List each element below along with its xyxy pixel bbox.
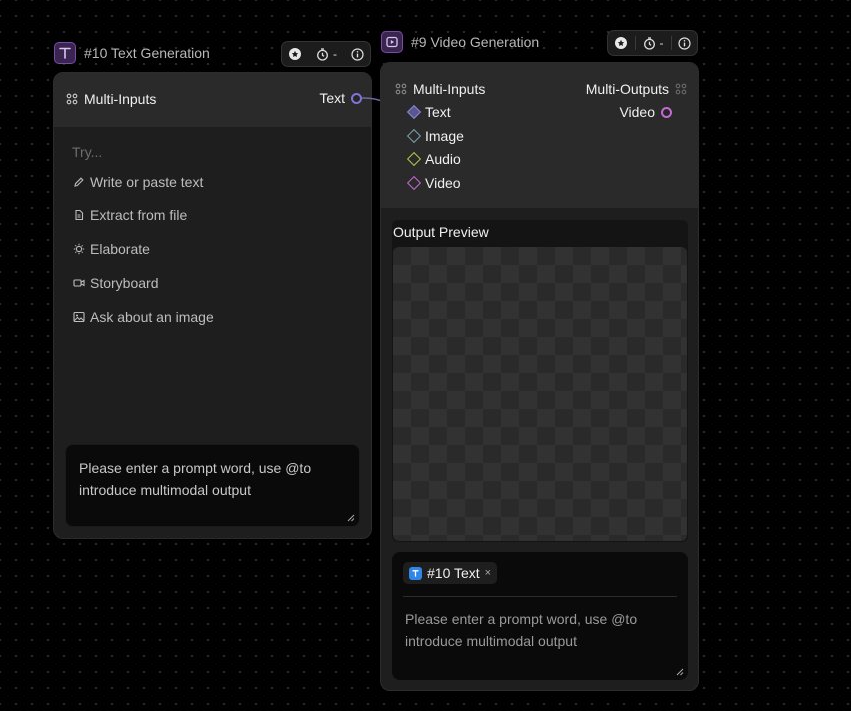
timer-icon — [643, 36, 655, 50]
video-node-io-header: Multi-Inputs Multi-Outputs Text Image Au… — [381, 63, 698, 208]
input-port-image[interactable]: Image — [406, 128, 464, 144]
text-port-icon — [406, 104, 422, 120]
text-reference-chip[interactable]: #10 Text × — [403, 562, 498, 584]
pin-button[interactable] — [614, 36, 628, 50]
resize-handle-icon[interactable] — [676, 668, 684, 676]
input-port-text[interactable]: Text — [406, 104, 451, 120]
timer-button[interactable]: - — [643, 36, 664, 50]
info-icon — [678, 36, 691, 50]
video-output-label: Video — [619, 104, 655, 120]
text-type-icon — [409, 566, 422, 580]
output-preview-label: Output Preview — [393, 224, 489, 240]
multi-inputs-icon — [395, 83, 407, 95]
audio-port-icon — [406, 151, 422, 167]
divider — [403, 596, 677, 597]
inputs-label: Multi-Inputs — [413, 81, 486, 97]
image-port-icon — [406, 128, 422, 144]
multi-outputs-icon — [675, 83, 687, 95]
input-port-video[interactable]: Video — [406, 175, 461, 191]
video-node-header: #9 Video Generation — [381, 31, 539, 53]
pin-icon — [615, 37, 627, 49]
info-button[interactable] — [678, 36, 691, 50]
input-port-audio[interactable]: Audio — [406, 151, 461, 167]
video-node-title: #9 Video Generation — [411, 34, 540, 50]
outputs-label: Multi-Outputs — [585, 81, 669, 97]
video-prompt-panel[interactable]: #10 Text × Please enter a prompt word, u… — [392, 552, 688, 680]
video-port-icon — [406, 175, 422, 191]
video-output-port[interactable] — [661, 106, 672, 118]
video-prompt-input[interactable]: Please enter a prompt word, use @to intr… — [405, 608, 660, 652]
video-type-icon — [381, 31, 403, 53]
video-node-toolbar: - — [607, 30, 698, 56]
video-node-card[interactable]: Multi-Inputs Multi-Outputs Text Image Au… — [380, 62, 699, 691]
output-preview-area — [393, 247, 687, 541]
chip-close-button[interactable]: × — [485, 567, 491, 579]
timer-value: - — [659, 36, 664, 50]
